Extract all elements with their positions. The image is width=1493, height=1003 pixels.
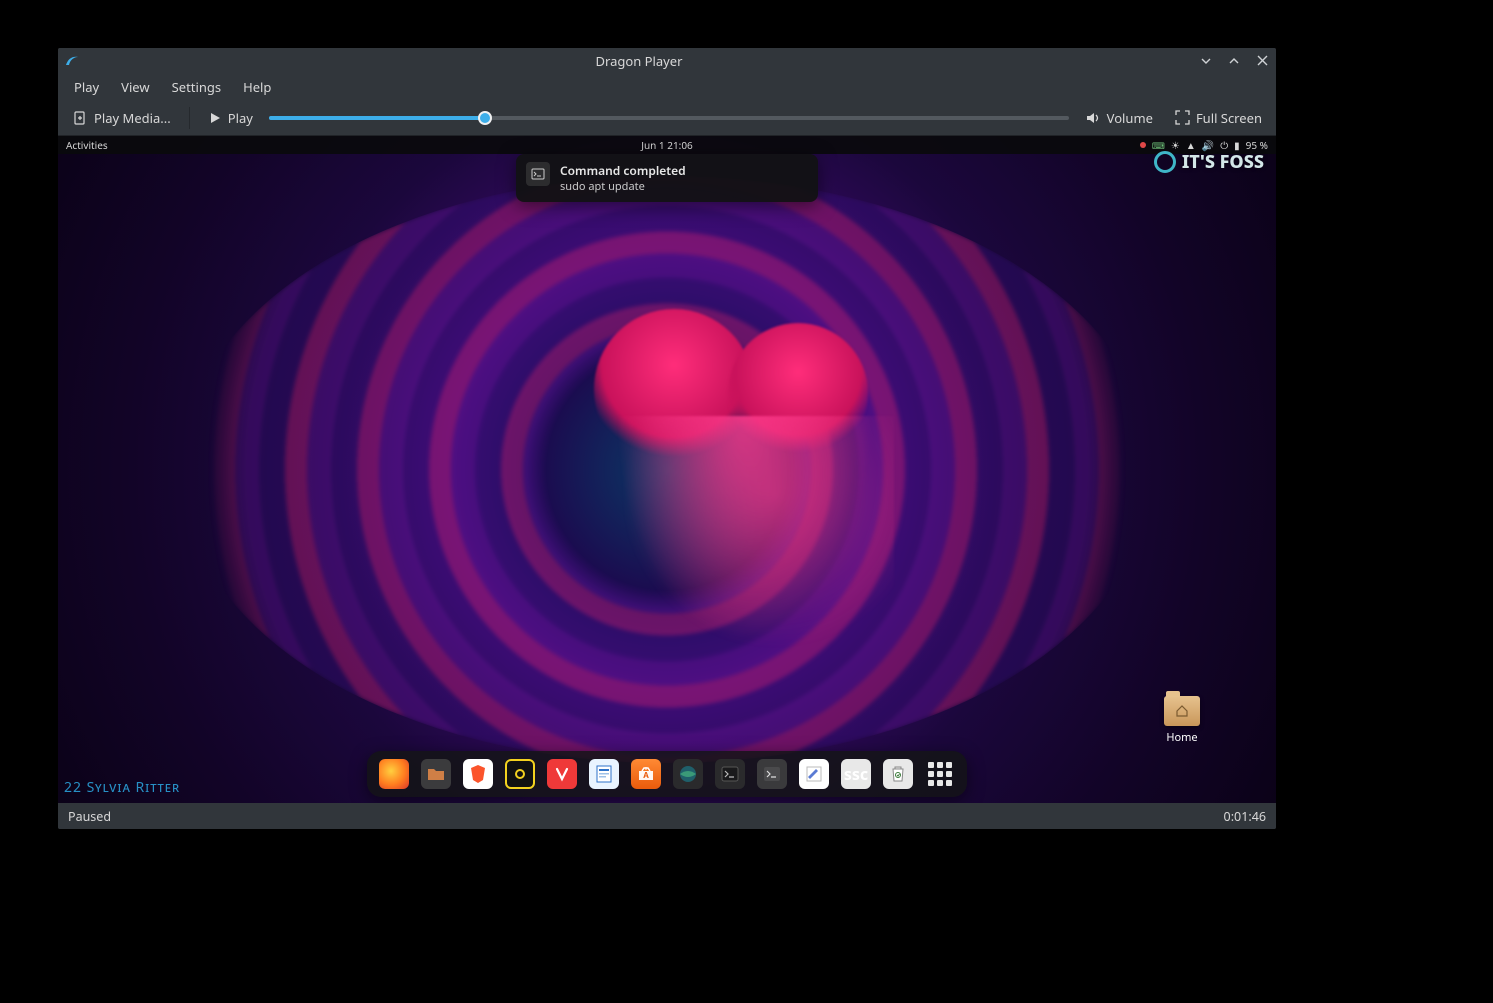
apps-grid-icon (928, 762, 952, 786)
menu-help[interactable]: Help (233, 76, 281, 98)
volume-button[interactable]: Volume (1079, 107, 1159, 129)
itsfoss-watermark: IT'S FOSS (1154, 150, 1264, 174)
dock-text-editor[interactable] (799, 759, 829, 789)
window-title: Dragon Player (86, 52, 1192, 70)
wallpaper-artist-credit: 22 Sylvia Ritter (64, 778, 180, 797)
dock-ubuntu-software[interactable]: A (631, 759, 661, 789)
seek-slider[interactable] (269, 116, 1069, 120)
menubar: Play View Settings Help (58, 73, 1276, 100)
menu-play[interactable]: Play (64, 76, 109, 98)
dragon-player-app-icon (64, 53, 80, 69)
window-controls (1198, 53, 1270, 69)
home-label: Home (1164, 730, 1200, 745)
fullscreen-icon (1175, 110, 1190, 125)
dock-web-browser[interactable] (673, 759, 703, 789)
video-frame-wallpaper (58, 136, 1276, 803)
seek-fill (269, 116, 485, 120)
notification-body: Command completed sudo apt update (560, 162, 686, 194)
playback-state: Paused (68, 808, 111, 825)
terminal-icon (526, 162, 550, 186)
play-button[interactable]: Play (202, 107, 259, 129)
notification-popup[interactable]: Command completed sudo apt update (516, 154, 818, 202)
dock-firefox[interactable] (379, 759, 409, 789)
toolbar-separator (189, 107, 190, 129)
dock-terminal-light[interactable] (757, 759, 787, 789)
titlebar: Dragon Player (58, 48, 1276, 73)
activities-button[interactable]: Activities (66, 138, 108, 152)
playback-time: 0:01:46 (1224, 808, 1266, 825)
seek-handle[interactable] (478, 111, 492, 125)
video-area[interactable]: Activities Jun 1 21:06 ⌨ ☀ ▲ 🔊 ⏻ ▮ 95 % … (58, 136, 1276, 803)
maximize-button[interactable] (1226, 53, 1242, 69)
dragon-player-window: Dragon Player Play View Settings Help Pl… (58, 48, 1276, 829)
dock-ssc[interactable]: ssc (841, 759, 871, 789)
play-icon (208, 111, 222, 125)
desktop-home-icon[interactable]: Home (1164, 696, 1200, 745)
itsfoss-text: IT'S FOSS (1182, 150, 1264, 174)
topbar-clock[interactable]: Jun 1 21:06 (641, 138, 693, 152)
dock-jdownloader[interactable] (505, 759, 535, 789)
minimize-button[interactable] (1198, 53, 1214, 69)
dock-brave[interactable] (463, 759, 493, 789)
document-open-icon (72, 110, 88, 126)
inner-gnome-topbar: Activities Jun 1 21:06 ⌨ ☀ ▲ 🔊 ⏻ ▮ 95 % (58, 136, 1276, 154)
volume-icon (1085, 110, 1101, 126)
dock-files[interactable] (421, 759, 451, 789)
dock-terminal-dark[interactable] (715, 759, 745, 789)
dock-vivaldi[interactable] (547, 759, 577, 789)
notification-title: Command completed (560, 162, 686, 179)
toolbar: Play Media... Play Volume Full Screen (58, 100, 1276, 136)
notification-text: sudo apt update (560, 179, 686, 194)
itsfoss-logo-icon (1154, 151, 1176, 173)
record-indicator-icon (1140, 142, 1146, 148)
fullscreen-button[interactable]: Full Screen (1169, 107, 1268, 129)
play-media-label: Play Media... (94, 109, 171, 127)
gnome-dock: A ssc (367, 751, 967, 797)
status-bar: Paused 0:01:46 (58, 803, 1276, 829)
dock-show-applications[interactable] (925, 759, 955, 789)
svg-text:A: A (643, 770, 649, 781)
play-media-button[interactable]: Play Media... (66, 107, 177, 129)
dock-trash[interactable] (883, 759, 913, 789)
menu-view[interactable]: View (111, 76, 159, 98)
close-button[interactable] (1254, 53, 1270, 69)
volume-label: Volume (1107, 109, 1153, 127)
fullscreen-label: Full Screen (1196, 109, 1262, 127)
menu-settings[interactable]: Settings (162, 76, 231, 98)
home-folder-icon (1164, 696, 1200, 726)
play-label: Play (228, 109, 253, 127)
dock-libreoffice-writer[interactable] (589, 759, 619, 789)
